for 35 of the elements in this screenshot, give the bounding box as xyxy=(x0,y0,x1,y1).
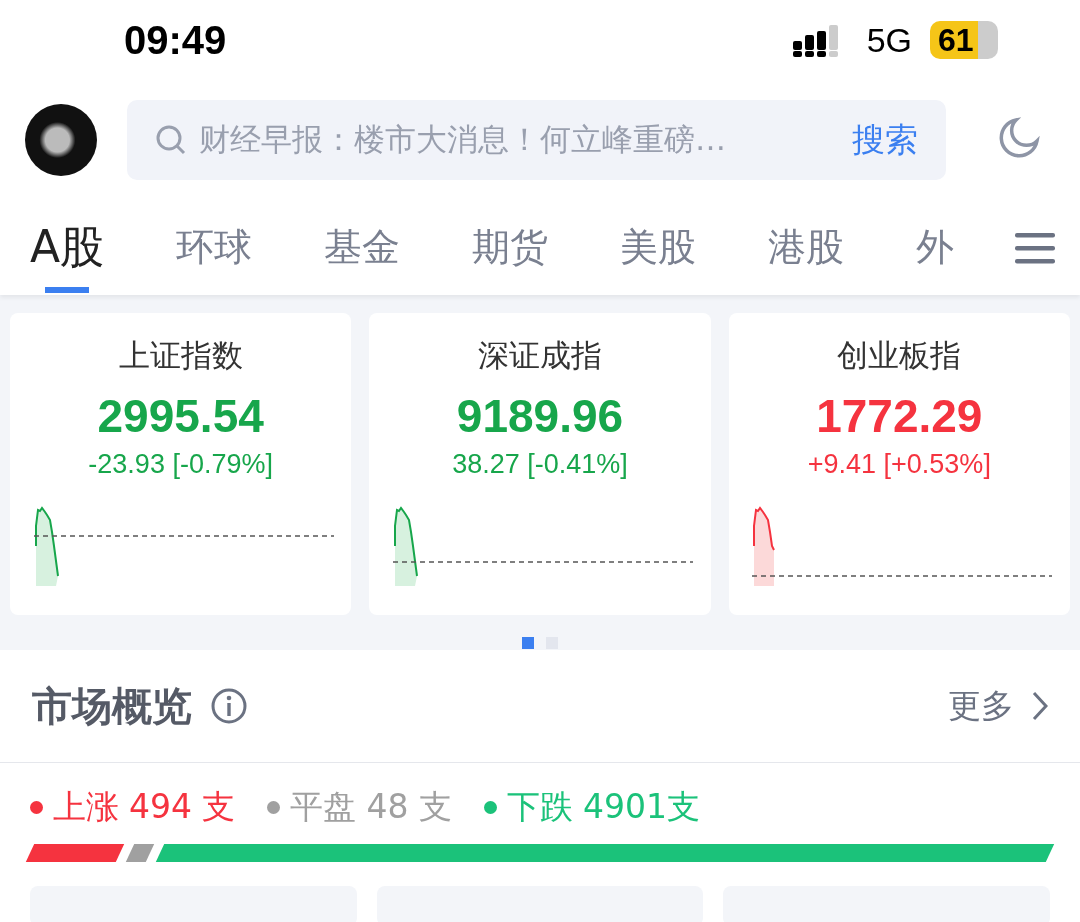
more-link[interactable]: 更多 xyxy=(948,683,1014,729)
menu-icon[interactable] xyxy=(1015,231,1055,264)
index-name: 创业板指 xyxy=(837,336,962,375)
section-title: 市场概览 xyxy=(32,681,192,731)
tab[interactable]: 基金 xyxy=(324,200,401,295)
info-icon[interactable] xyxy=(210,687,248,725)
tab[interactable]: 环球 xyxy=(176,200,253,295)
moon-icon[interactable] xyxy=(998,117,1040,159)
battery-icon: 61 xyxy=(930,21,998,59)
tab[interactable]: 港股 xyxy=(768,200,845,295)
index-name: 深证成指 xyxy=(478,336,602,375)
tab[interactable]: 美股 xyxy=(620,200,697,295)
search-button[interactable]: 搜索 xyxy=(852,117,918,163)
breadth-count: 48 支 xyxy=(366,786,452,828)
index-change: 38.27 [-0.41%] xyxy=(452,449,628,480)
network-label: 5G xyxy=(866,20,912,60)
tab[interactable]: A股 xyxy=(30,200,105,295)
search-field[interactable]: 财经早报：楼市大消息！何立峰重磅… 搜索 xyxy=(127,100,946,180)
breadth-label: 平盘 xyxy=(290,786,357,828)
breadth-count: 494 支 xyxy=(129,786,236,828)
chevron-right-icon[interactable] xyxy=(1032,691,1048,721)
index-value: 1772.29 xyxy=(816,389,983,443)
index-change: +9.41 [+0.53%] xyxy=(807,449,991,480)
index-change: -23.93 [-0.79%] xyxy=(88,449,273,480)
search-placeholder: 财经早报：楼市大消息！何立峰重磅… xyxy=(199,120,727,159)
breadth-count: 4901支 xyxy=(582,786,700,828)
index-value: 9189.96 xyxy=(456,389,624,443)
tab[interactable]: 外 xyxy=(916,200,955,295)
clock-time: 09:49 xyxy=(124,17,228,63)
index-name: 上证指数 xyxy=(118,336,243,375)
breadth-label: 上涨 xyxy=(53,786,119,828)
index-value: 2995.54 xyxy=(97,389,264,443)
search-icon xyxy=(155,124,187,156)
tab[interactable]: 期货 xyxy=(472,200,549,295)
breadth-label: 下跌 xyxy=(506,786,573,828)
